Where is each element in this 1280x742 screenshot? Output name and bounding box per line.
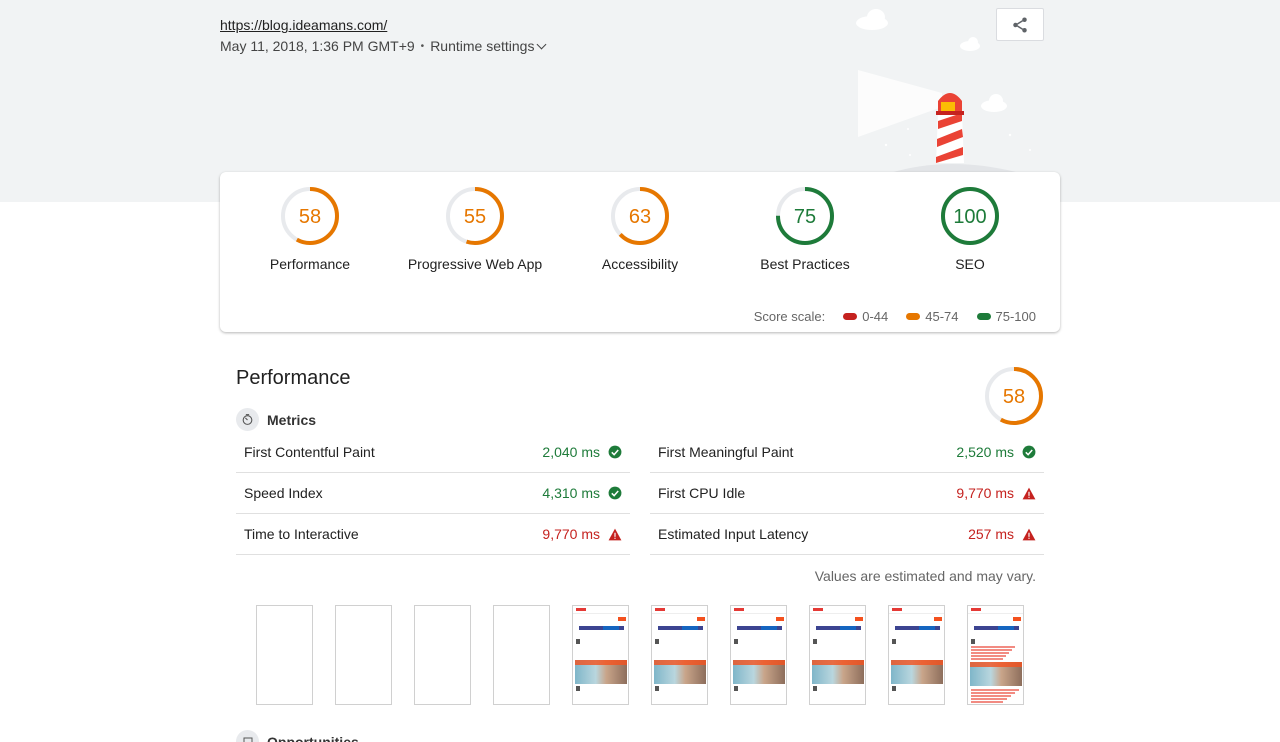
performance-score-value: 58: [1003, 386, 1025, 408]
filmstrip-frame: [651, 605, 708, 705]
warning-triangle-icon: [608, 528, 630, 541]
score-label: SEO: [955, 256, 985, 272]
score-value: 55: [464, 206, 486, 228]
scale-pill: [843, 313, 858, 320]
metric-label: First CPU Idle: [658, 485, 746, 501]
scale-range-text: 75-100: [995, 309, 1036, 324]
score-gauge-accessibility[interactable]: 63 Accessibility: [550, 186, 730, 272]
score-value: 75: [794, 206, 816, 228]
metric-label: Speed Index: [244, 485, 323, 501]
score-value: 100: [953, 206, 986, 228]
metric-label: Time to Interactive: [244, 526, 359, 542]
gauge-ring: 58: [281, 187, 339, 245]
timer-icon: [236, 408, 259, 431]
metric-row-first-cpu-idle: First CPU Idle 9,770 ms: [650, 473, 1044, 514]
performance-section-title: Performance: [236, 367, 351, 389]
filmstrip-frame: [888, 605, 945, 705]
scale-range-fail: 0-44: [843, 309, 888, 324]
gauge-ring: 75: [776, 187, 834, 245]
opportunities-icon: [236, 730, 259, 742]
score-label: Progressive Web App: [407, 256, 543, 272]
metric-row-input-latency: Estimated Input Latency 257 ms: [650, 514, 1044, 555]
metric-row-fmp: First Meaningful Paint 2,520 ms: [650, 432, 1044, 473]
report-url-link[interactable]: https://blog.ideamans.com/: [220, 17, 387, 33]
scale-pill: [906, 313, 921, 320]
metric-value: 2,040 ms: [542, 444, 600, 460]
filmstrip-frame: [730, 605, 787, 705]
metrics-title: Metrics: [267, 411, 317, 428]
score-gauge-best-practices[interactable]: 75 Best Practices: [715, 186, 895, 272]
check-circle-icon: [1022, 445, 1044, 459]
gauge-ring: 58: [985, 367, 1043, 425]
check-circle-icon: [608, 445, 630, 459]
scale-range-text: 45-74: [925, 309, 959, 324]
runtime-settings-label: Runtime settings: [430, 38, 535, 54]
metric-row-tti: Time to Interactive 9,770 ms: [236, 514, 630, 555]
check-circle-icon: [608, 486, 630, 500]
metric-row-speed-index: Speed Index 4,310 ms: [236, 473, 630, 514]
estimate-note: Values are estimated and may vary.: [814, 568, 1036, 584]
score-label: Accessibility: [601, 256, 679, 272]
metric-value: 4,310 ms: [542, 485, 600, 501]
metric-value: 9,770 ms: [956, 485, 1014, 501]
chevron-down-icon: [537, 39, 547, 49]
metric-value: 2,520 ms: [956, 444, 1014, 460]
filmstrip-frame: [493, 605, 550, 705]
filmstrip: [256, 605, 1024, 705]
report-timestamp: May 11, 2018, 1:36 PM GMT+9: [220, 38, 415, 54]
metric-label: First Contentful Paint: [244, 444, 375, 460]
filmstrip-frame: [256, 605, 313, 705]
filmstrip-frame: [967, 605, 1024, 705]
filmstrip-frame: [809, 605, 866, 705]
score-scale-label: Score scale:: [753, 309, 826, 324]
metric-label: First Meaningful Paint: [658, 444, 794, 460]
score-summary-card: 58 Performance 55 Progressive Web App 63…: [220, 172, 1060, 332]
metric-row-fcp: First Contentful Paint 2,040 ms: [236, 432, 630, 473]
score-value: 58: [299, 206, 321, 228]
lighthouse-illustration: [856, 9, 1031, 173]
gauge-ring: 55: [446, 187, 504, 245]
scale-pill: [976, 313, 991, 320]
metric-value: 9,770 ms: [542, 526, 600, 542]
score-gauge-pwa[interactable]: 55 Progressive Web App: [385, 186, 565, 272]
filmstrip-frame: [335, 605, 392, 705]
gauge-ring: 63: [611, 187, 669, 245]
score-value: 63: [629, 206, 651, 228]
score-scale-legend: Score scale: 0-44 45-74 75-100: [754, 309, 1036, 324]
metric-value: 257 ms: [968, 526, 1014, 542]
runtime-settings-toggle[interactable]: Runtime settings: [430, 38, 547, 54]
performance-score-gauge: 58: [984, 366, 1044, 431]
score-label: Best Practices: [760, 256, 850, 272]
report-meta: May 11, 2018, 1:36 PM GMT+9 • Runtime se…: [220, 38, 547, 54]
score-gauge-seo[interactable]: 100 SEO: [880, 186, 1060, 272]
meta-separator: •: [420, 40, 425, 52]
warning-triangle-icon: [1022, 487, 1044, 500]
opportunities-title: Opportunities: [267, 733, 359, 742]
filmstrip-frame: [414, 605, 471, 705]
opportunities-header: Opportunities: [236, 730, 359, 742]
filmstrip-frame: [572, 605, 629, 705]
warning-triangle-icon: [1022, 528, 1044, 541]
scale-range-average: 45-74: [906, 309, 959, 324]
score-label: Performance: [269, 256, 351, 272]
scale-range-pass: 75-100: [976, 309, 1036, 324]
gauge-ring: 100: [941, 187, 999, 245]
score-gauge-performance[interactable]: 58 Performance: [220, 186, 400, 272]
scale-range-text: 0-44: [862, 309, 889, 324]
metrics-header: Metrics: [236, 408, 316, 431]
metric-label: Estimated Input Latency: [658, 526, 809, 542]
